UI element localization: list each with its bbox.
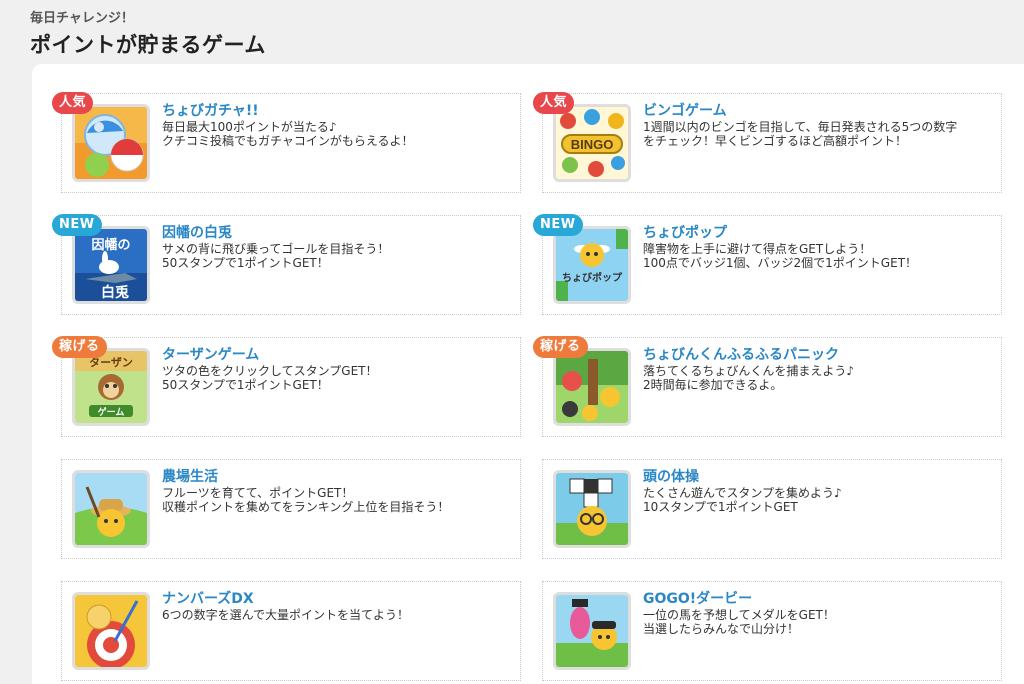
bingo-icon[interactable]: BINGO bbox=[553, 104, 631, 182]
game-card-chobi-pop[interactable]: NEW ちょびポップ ちょびポップ 障害物を上手に避けて得点をGETしよう！ 1… bbox=[533, 214, 1002, 315]
earn-badge: 稼げる bbox=[52, 336, 107, 358]
section-title: ポイントが貯まるゲーム bbox=[30, 33, 266, 57]
game-description: 障害物を上手に避けて得点をGETしよう！ 100点でバッジ1個、バッジ2個で1ポ… bbox=[643, 242, 918, 270]
tarzan-monkey-icon[interactable]: ターザン ゲーム bbox=[72, 348, 150, 426]
game-title[interactable]: ビンゴゲーム bbox=[643, 100, 727, 120]
section-subtitle: 毎日チャレンジ！ bbox=[30, 11, 134, 26]
game-description: 毎日最大100ポイントが当たる♪ クチコミ投稿でもガチャコインがもらえるよ！ bbox=[162, 120, 414, 148]
game-card-farm-life[interactable]: 農場生活 フルーツを育てて、ポイントGET！ 収穫ポイントを集めてをランキング上… bbox=[61, 459, 521, 559]
game-card-inaba-rabbit[interactable]: NEW 因幡の 白兎 因幡の白兎 サメの背に飛び乗ってゴールを目指そう！ 50ス… bbox=[52, 214, 521, 315]
game-title[interactable]: GOGO!ダービー bbox=[643, 588, 752, 608]
popular-badge: 人気 bbox=[533, 92, 575, 114]
game-description: フルーツを育てて、ポイントGET！ 収穫ポイントを集めてをランキング上位を目指そ… bbox=[162, 486, 450, 514]
white-rabbit-icon[interactable]: 因幡の 白兎 bbox=[72, 226, 150, 304]
farm-life-icon[interactable] bbox=[72, 470, 150, 548]
game-title[interactable]: 頭の体操 bbox=[643, 466, 699, 486]
game-title[interactable]: ターザンゲーム bbox=[162, 344, 259, 364]
svg-text:因幡の: 因幡の bbox=[91, 237, 130, 252]
svg-text:ちょびポップ: ちょびポップ bbox=[562, 271, 623, 284]
game-description: たくさん遊んでスタンプを集めよう♪ 10スタンプで1ポイントGET bbox=[643, 486, 842, 514]
game-description: サメの背に飛び乗ってゴールを目指そう！ 50スタンプで1ポイントGET！ bbox=[162, 242, 390, 270]
popular-badge: 人気 bbox=[52, 92, 94, 114]
game-title[interactable]: ちょびガチャ!! bbox=[162, 100, 259, 120]
game-title[interactable]: 農場生活 bbox=[162, 466, 218, 486]
chobi-pop-icon[interactable]: ちょびポップ bbox=[553, 226, 631, 304]
game-title[interactable]: ちょびんくんふるふるパニック bbox=[643, 344, 839, 364]
game-list-panel: 人気 ちょびガチャ!! 毎日最大100ポイントが当たる♪ クチコミ投稿でもガチャ… bbox=[32, 64, 1024, 684]
game-title[interactable]: 因幡の白兎 bbox=[162, 222, 232, 242]
svg-text:白兎: 白兎 bbox=[101, 284, 129, 300]
new-badge: NEW bbox=[52, 214, 102, 236]
game-title[interactable]: ナンバーズDX bbox=[162, 588, 254, 608]
game-card-brain-training[interactable]: 頭の体操 たくさん遊んでスタンプを集めよう♪ 10スタンプで1ポイントGET bbox=[542, 459, 1002, 559]
new-badge: NEW bbox=[533, 214, 583, 236]
derby-horse-icon[interactable] bbox=[553, 592, 631, 670]
game-card-tarzan[interactable]: 稼げる ターザン ゲーム ターザンゲーム ツタの色をクリックしてスタンプGET！… bbox=[52, 336, 521, 437]
earn-badge: 稼げる bbox=[533, 336, 588, 358]
game-card-bingo[interactable]: 人気 BINGO ビンゴゲーム 1週間以内のビンゴを目指して、毎日発表される5つ… bbox=[533, 92, 1002, 193]
brain-puzzle-icon[interactable] bbox=[553, 470, 631, 548]
game-card-furufuru-panic[interactable]: 稼げる ちょびんくんふるふるパニック 落ちてくるちょびんくんを捕まえよう♪ 2時… bbox=[533, 336, 1002, 437]
game-card-numbers-dx[interactable]: ナンバーズDX 6つの数字を選んで大量ポイントを当てよう！ bbox=[61, 581, 521, 681]
svg-text:BINGO: BINGO bbox=[571, 137, 614, 152]
game-description: ツタの色をクリックしてスタンプGET！ 50スタンプで1ポイントGET！ bbox=[162, 364, 378, 392]
game-description: 落ちてくるちょびんくんを捕まえよう♪ 2時間毎に参加できるよ。 bbox=[643, 364, 855, 392]
game-title[interactable]: ちょびポップ bbox=[643, 222, 727, 242]
numbers-dart-icon[interactable] bbox=[72, 592, 150, 670]
game-description: 一位の馬を予想してメダルをGET！ 当選したらみんなで山分け！ bbox=[643, 608, 835, 636]
forest-panic-icon[interactable] bbox=[553, 348, 631, 426]
svg-text:ゲーム: ゲーム bbox=[98, 406, 125, 417]
capsule-toy-icon[interactable] bbox=[72, 104, 150, 182]
game-description: 1週間以内のビンゴを目指して、毎日発表される5つの数字 をチェック！早くビンゴす… bbox=[643, 120, 958, 148]
section-header: 毎日チャレンジ！ ポイントが貯まるゲーム bbox=[30, 10, 266, 58]
game-description: 6つの数字を選んで大量ポイントを当てよう！ bbox=[162, 608, 410, 622]
game-card-chobi-gacha[interactable]: 人気 ちょびガチャ!! 毎日最大100ポイントが当たる♪ クチコミ投稿でもガチャ… bbox=[52, 92, 521, 193]
game-card-gogo-derby[interactable]: GOGO!ダービー 一位の馬を予想してメダルをGET！ 当選したらみんなで山分け… bbox=[542, 581, 1002, 681]
